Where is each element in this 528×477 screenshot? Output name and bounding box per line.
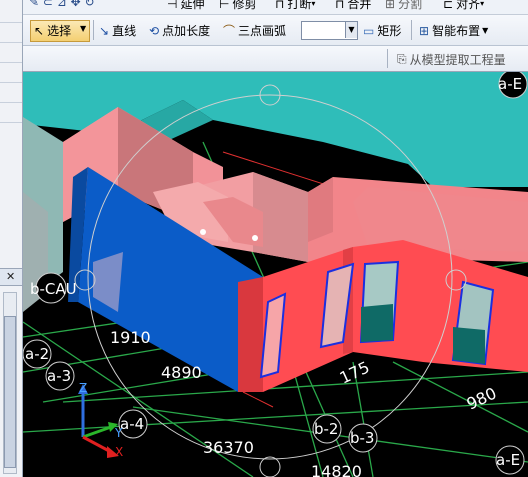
align-button[interactable]: ⊏ 对齐 ▾ <box>443 0 484 12</box>
model-viewport[interactable]: a-E b-CAU a-2 a-3 a-4 b-2 b-3 a-E 1910 4… <box>23 72 528 477</box>
draw-toolbar: ↖ 选择 ▼ ↘ 直线 ⟲ 点加长度 ⌒ 三点画弧 ▼ ▭ 矩形 ⊞ 智能布置 ▼ <box>23 15 528 46</box>
dimension-4890: 4890 <box>161 363 202 382</box>
grid-label-a-e-top: a-E <box>498 75 522 93</box>
wall-pink-corner <box>308 177 333 242</box>
panel-row-line <box>0 102 22 103</box>
toolbar-separator <box>93 20 94 40</box>
red-grid-line <box>242 391 274 408</box>
rectangle-button[interactable]: ▭ 矩形 <box>363 22 401 39</box>
dimension-980: 980 <box>464 383 500 413</box>
merge-button[interactable]: ⊓ 合并 <box>335 0 371 12</box>
select-button[interactable]: ↖ 选择 <box>34 22 71 39</box>
edit-toolbar: ✎ ⊂ ⊿ ✥ ↻ ⊣ 延伸 ⊢ 修剪 ⊓ 打断 ▾ ⊓ 合并 ⊞ 分割 ⊏ 对齐 ▾ <box>23 0 528 15</box>
panel-row-line <box>0 122 22 123</box>
toolbar-separator <box>387 49 388 68</box>
cursor-icon: ↖ <box>34 23 45 38</box>
y-label: Y <box>114 426 123 440</box>
extract-quantity-button[interactable]: ⎘ 从模型提取工程量 <box>397 51 506 68</box>
dimension-1910: 1910 <box>110 328 151 347</box>
scrollbar-thumb[interactable] <box>4 316 16 468</box>
trim-button[interactable]: ⊢ 修剪 <box>219 0 256 12</box>
smart-layout-button[interactable]: ⊞ 智能布置 ▼ <box>419 22 488 39</box>
close-icon[interactable]: ✕ <box>6 270 15 283</box>
marker <box>200 229 206 235</box>
left-dock-panel: ✕ <box>0 0 23 477</box>
orbit-handle[interactable] <box>259 456 281 477</box>
grid-label-a2: a-2 <box>25 345 49 363</box>
marker <box>252 235 258 241</box>
grid-label-b2: b-2 <box>314 420 338 438</box>
edit-tools-icon[interactable]: ✎ ⊂ ⊿ ✥ ↻ <box>29 0 95 9</box>
grid-label-b-cau: b-CAU <box>30 280 77 298</box>
panel-row-line <box>0 62 22 63</box>
wall-red-edge <box>238 277 263 392</box>
break-button[interactable]: ⊓ 打断 ▾ <box>275 0 315 12</box>
extend-button[interactable]: ⊣ 延伸 <box>167 0 204 12</box>
break-icon: ⊓ <box>275 0 285 11</box>
rectangle-icon: ▭ <box>363 23 375 38</box>
arc-icon: ⌒ <box>223 24 236 38</box>
split-icon: ⊞ <box>385 0 396 11</box>
grid-label-a4: a-4 <box>120 415 144 433</box>
split-button[interactable]: ⊞ 分割 <box>385 0 422 12</box>
grid-label-a3: a-3 <box>47 367 71 385</box>
align-icon: ⊏ <box>443 0 454 11</box>
extend-icon: ⊣ <box>167 0 178 11</box>
merge-icon: ⊓ <box>335 0 345 11</box>
window-shade <box>361 304 393 342</box>
z-label: Z <box>79 381 87 395</box>
extract-icon: ⎘ <box>397 52 407 66</box>
toolbar-separator <box>411 20 412 40</box>
x-label: X <box>115 445 123 459</box>
trim-icon: ⊢ <box>219 0 230 11</box>
panel-row-line <box>0 42 22 43</box>
select-dropdown-chevron-icon[interactable]: ▼ <box>80 24 86 33</box>
grid-label-a-e-bottom: a-E <box>496 451 520 469</box>
dimension-14820: 14820 <box>311 462 362 477</box>
viewport-canvas[interactable]: a-E b-CAU a-2 a-3 a-4 b-2 b-3 a-E 1910 4… <box>23 72 528 477</box>
point-length-icon: ⟲ <box>149 23 160 38</box>
panel-row-line <box>0 82 22 83</box>
grid-line <box>392 361 528 433</box>
dimension-36370: 36370 <box>203 438 254 457</box>
grid-label-b3: b-3 <box>350 429 374 447</box>
line-button[interactable]: ↘ 直线 <box>99 22 136 39</box>
x-axis <box>82 435 112 454</box>
grid-line <box>23 401 528 433</box>
three-point-arc-button[interactable]: ⌒ 三点画弧 <box>223 22 286 39</box>
extract-toolbar: ⎘ 从模型提取工程量 <box>23 46 528 72</box>
smart-layout-icon: ⊞ <box>419 23 430 38</box>
point-length-button[interactable]: ⟲ 点加长度 <box>149 22 210 39</box>
window-shade <box>453 327 485 364</box>
line-icon: ↘ <box>99 23 110 38</box>
combo-chevron-down-icon[interactable]: ▼ <box>345 22 357 38</box>
panel-row-line <box>0 22 22 23</box>
